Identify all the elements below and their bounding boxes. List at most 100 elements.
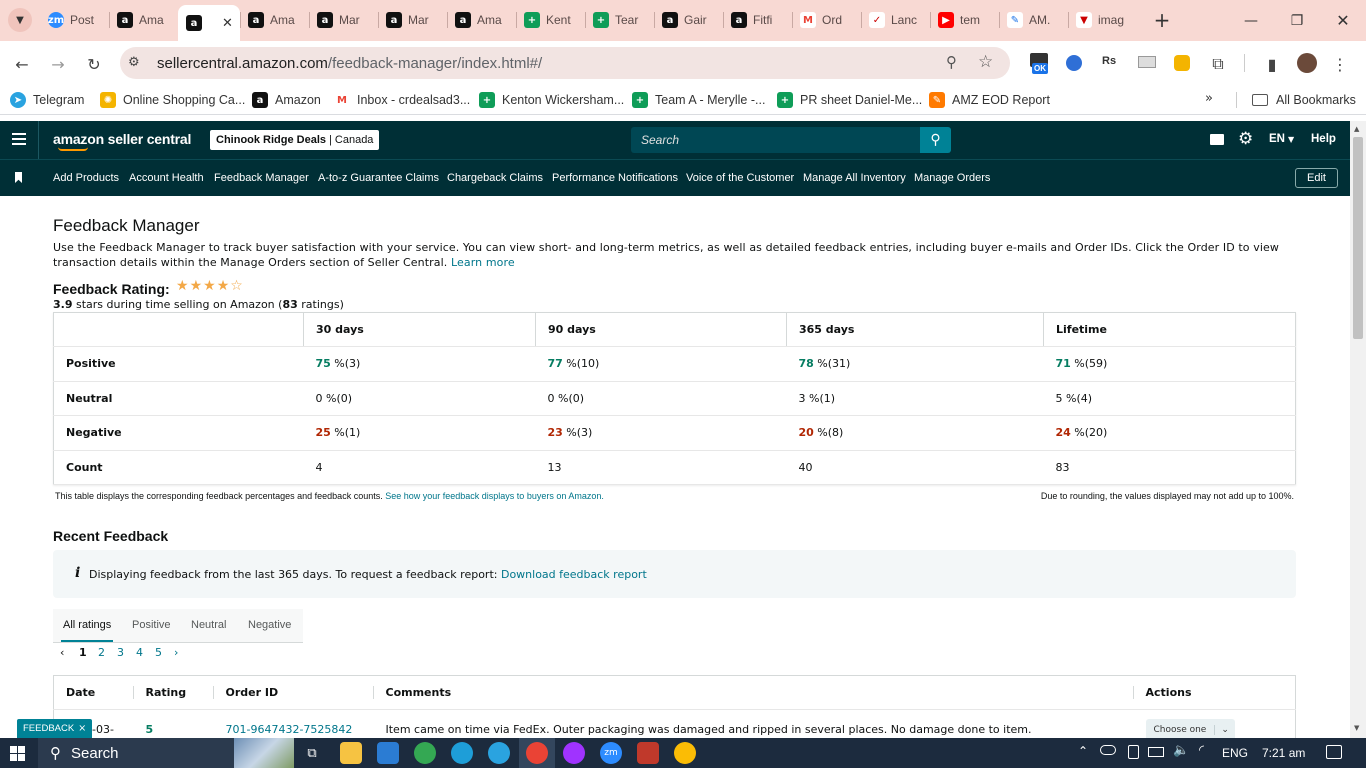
page-link[interactable]: 1 [79,646,87,659]
bookmark-item[interactable]: a Amazon [252,90,321,110]
bookmark-nav-icon[interactable] [15,172,22,183]
extension-honey-icon[interactable] [1174,55,1190,71]
close-window-button[interactable]: ✕ [1320,0,1366,41]
browser-tab[interactable]: a Ama [240,8,309,32]
chevron-right-icon[interactable]: › [174,646,178,659]
tray-chevron-icon[interactable]: ⌃ [1078,744,1088,758]
browser-tab[interactable]: M Ord [792,8,861,32]
amazon-seller-central-logo[interactable]: amazon seller central [53,131,191,147]
clock[interactable]: 7:21 am [1262,746,1305,760]
browser-tab[interactable]: + Kent [516,8,585,32]
browser-tab[interactable]: ▶ tem [930,8,999,32]
zoom-app-icon[interactable]: zm [600,742,622,764]
page-link[interactable]: 4 [136,646,143,659]
browser-tab[interactable]: a Ama [109,8,178,32]
bookmark-item[interactable]: + Kenton Wickersham... [479,90,624,110]
feedback-display-link[interactable]: See how your feedback displays to buyers… [385,491,604,501]
hamburger-menu-icon[interactable] [12,133,26,145]
search-button[interactable]: ⚲ [920,127,951,153]
wifi-icon[interactable]: ◜ [1199,743,1204,758]
feedback-widget-button[interactable]: FEEDBACK × [17,719,93,738]
search-input[interactable]: Search [631,127,920,153]
page-link[interactable]: 5 [155,646,162,659]
windows-start-icon[interactable] [10,746,25,761]
gear-icon[interactable]: ⚙ [1238,129,1253,149]
browser-tab[interactable]: a Mar [309,8,378,32]
store-selector[interactable]: Chinook Ridge Deals | Canada [210,130,380,150]
chrome-icon[interactable] [414,742,436,764]
browser-tab[interactable]: a Fitfi [723,8,792,32]
browser-tab[interactable]: zm Post [40,8,109,32]
tab-negative[interactable]: Negative [248,619,291,631]
close-tab-icon[interactable]: ✕ [222,16,233,31]
reload-icon[interactable]: ↻ [80,50,108,78]
bookmarks-overflow-icon[interactable]: » [1205,91,1213,106]
language-selector[interactable]: EN ▼ [1269,133,1294,145]
page-link[interactable]: 3 [117,646,124,659]
nav-link[interactable]: Performance Notifications [552,172,678,184]
page-scrollbar[interactable]: ▲ ▼ [1350,121,1366,738]
tab-positive[interactable]: Positive [132,619,171,631]
tab-neutral[interactable]: Neutral [191,619,226,631]
browser-tab[interactable]: a Mar [378,8,447,32]
back-icon[interactable]: ← [8,50,36,78]
scroll-down-icon[interactable]: ▼ [1354,724,1359,732]
browser-tab[interactable]: ▼ imag [1068,8,1137,32]
learn-more-link[interactable]: Learn more [451,256,515,269]
minimize-button[interactable]: — [1228,0,1274,41]
mail-app-icon[interactable] [377,742,399,764]
mail-icon[interactable] [1210,134,1224,145]
help-link[interactable]: Help [1311,133,1336,145]
url-text[interactable]: sellercentral.amazon.com/feedback-manage… [157,55,542,72]
scroll-up-icon[interactable]: ▲ [1354,125,1359,133]
browser-tab[interactable]: a Gair [654,8,723,32]
language-indicator[interactable]: ENG [1222,746,1248,760]
nav-link[interactable]: Manage All Inventory [803,172,906,184]
bookmark-star-icon[interactable]: ☆ [978,52,993,72]
extension-ok-icon[interactable]: OK [1030,53,1052,77]
app-icon[interactable] [637,742,659,764]
actions-dropdown[interactable]: Choose one ⌄ [1145,718,1235,738]
telegram-taskbar-icon[interactable] [488,742,510,764]
volume-icon[interactable]: 🔈 [1173,743,1189,758]
bookmark-item[interactable]: + Team A - Merylle -... [632,90,765,110]
extension-wide-icon[interactable] [1138,56,1156,68]
restore-button[interactable]: ❐ [1274,0,1320,41]
browser-tab[interactable]: ✎ AM. [999,8,1068,32]
taskbar-search[interactable]: ⚲ Search [38,738,234,768]
extensions-puzzle-icon[interactable]: ⧉ [1204,50,1232,78]
bookmark-item[interactable]: ✎ AMZ EOD Report [929,90,1050,110]
tab-search-button[interactable]: ▼ [8,8,32,32]
download-report-link[interactable]: Download feedback report [501,568,647,581]
nav-link[interactable]: Voice of the Customer [686,172,794,184]
bookmark-item[interactable]: M Inbox - crdealsad3... [334,90,470,110]
nav-link[interactable]: Feedback Manager [214,172,309,184]
zoom-icon[interactable]: ⚲ [946,53,957,71]
bookmark-item[interactable]: ✺ Online Shopping Ca... [100,90,245,110]
page-link[interactable]: 2 [98,646,105,659]
nav-link[interactable]: Account Health [129,172,204,184]
scrollbar-thumb[interactable] [1353,137,1363,339]
cloud-icon[interactable] [1100,745,1116,755]
device-icon[interactable] [1128,745,1139,759]
nav-link[interactable]: Add Products [53,172,119,184]
nav-link[interactable]: Chargeback Claims [447,172,543,184]
all-bookmarks[interactable]: All Bookmarks [1252,90,1356,110]
chrome-profile-icon[interactable] [674,742,696,764]
messenger-icon[interactable] [563,742,585,764]
order-id-link[interactable]: 701-9647432-7525842 [214,710,374,739]
address-bar[interactable]: ⚙ sellercentral.amazon.com/feedback-mana… [120,47,1010,79]
nav-link[interactable]: Manage Orders [914,172,990,184]
browser-tab[interactable]: a ✕ [178,5,240,41]
battery-icon[interactable] [1148,747,1164,757]
extension-blue-icon[interactable] [1066,55,1082,71]
browser-menu-icon[interactable]: ⋮ [1326,50,1354,78]
profile-avatar[interactable] [1297,53,1317,73]
file-explorer-icon[interactable] [340,742,362,764]
notifications-icon[interactable] [1326,745,1342,759]
bookmark-item[interactable]: + PR sheet Daniel-Me... [777,90,922,110]
chevron-left-icon[interactable]: ‹ [60,646,64,659]
nav-link[interactable]: A-to-z Guarantee Claims [318,172,439,184]
task-view-icon[interactable]: ⧉ [301,742,323,764]
edge-icon[interactable] [451,742,473,764]
